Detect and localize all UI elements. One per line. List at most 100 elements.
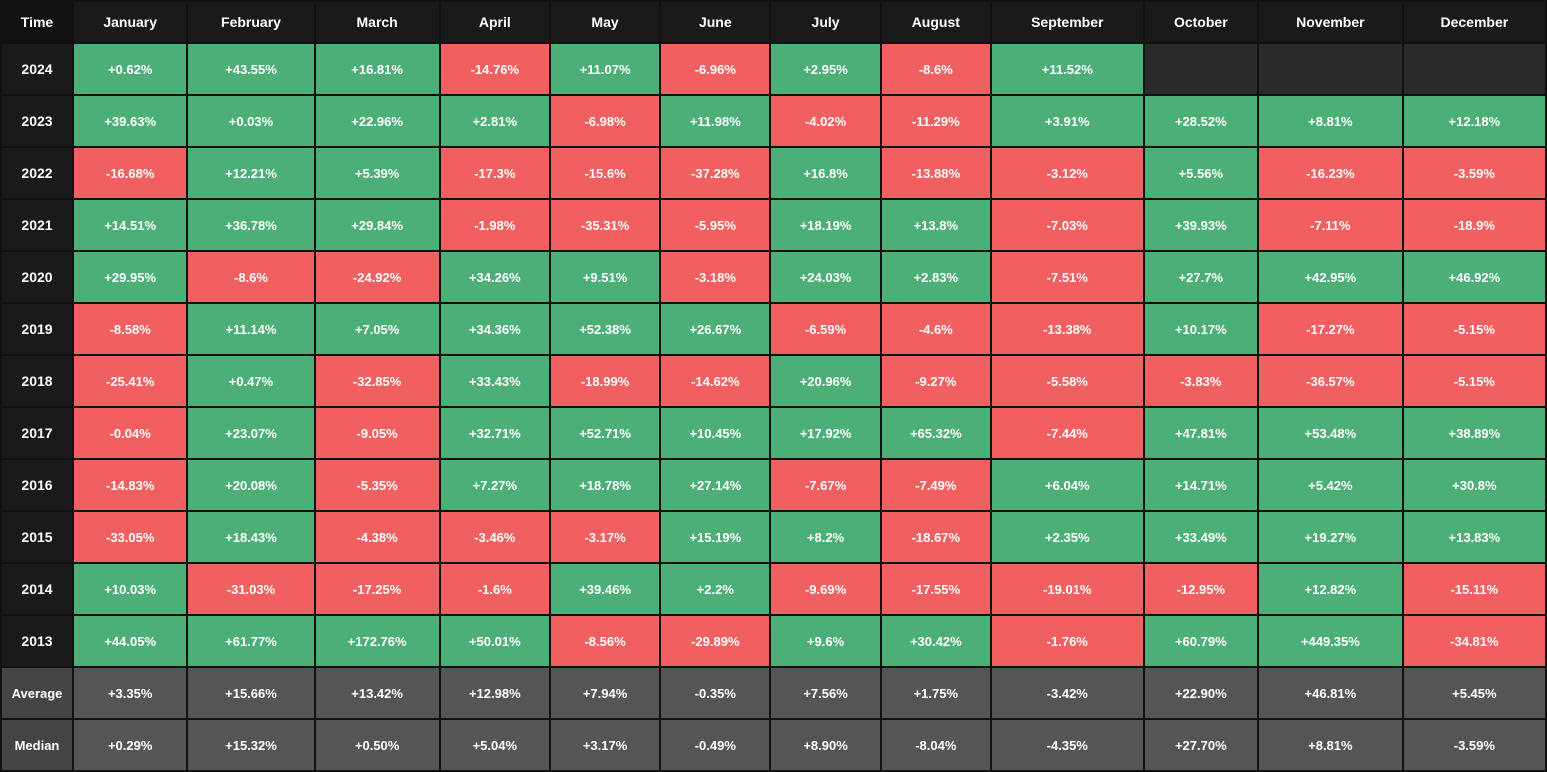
table-row: 2022-16.68%+12.21%+5.39%-17.3%-15.6%-37.… bbox=[1, 147, 1546, 199]
table-row: 2013+44.05%+61.77%+172.76%+50.01%-8.56%-… bbox=[1, 615, 1546, 667]
data-cell: -5.15% bbox=[1403, 355, 1546, 407]
header-november: November bbox=[1258, 1, 1403, 43]
header-october: October bbox=[1144, 1, 1258, 43]
year-cell-2013: 2013 bbox=[1, 615, 73, 667]
data-cell: +22.96% bbox=[315, 95, 440, 147]
year-cell-2018: 2018 bbox=[1, 355, 73, 407]
data-cell: -32.85% bbox=[315, 355, 440, 407]
data-cell: +7.27% bbox=[440, 459, 550, 511]
data-cell: +5.56% bbox=[1144, 147, 1258, 199]
table-row: 2018-25.41%+0.47%-32.85%+33.43%-18.99%-1… bbox=[1, 355, 1546, 407]
average-row: Average+3.35%+15.66%+13.42%+12.98%+7.94%… bbox=[1, 667, 1546, 719]
data-cell: +61.77% bbox=[187, 615, 314, 667]
data-cell: -3.59% bbox=[1403, 147, 1546, 199]
data-cell: +9.6% bbox=[770, 615, 880, 667]
data-cell: +6.04% bbox=[991, 459, 1144, 511]
data-cell: -0.04% bbox=[73, 407, 187, 459]
data-cell: +46.92% bbox=[1403, 251, 1546, 303]
data-cell: +11.07% bbox=[550, 43, 660, 95]
data-cell: -14.76% bbox=[440, 43, 550, 95]
data-cell: +65.32% bbox=[881, 407, 991, 459]
data-cell: -13.38% bbox=[991, 303, 1144, 355]
data-cell: +8.2% bbox=[770, 511, 880, 563]
average-cell: +12.98% bbox=[440, 667, 550, 719]
data-cell: +39.46% bbox=[550, 563, 660, 615]
data-cell: -16.68% bbox=[73, 147, 187, 199]
table-row: 2023+39.63%+0.03%+22.96%+2.81%-6.98%+11.… bbox=[1, 95, 1546, 147]
data-cell: -7.11% bbox=[1258, 199, 1403, 251]
year-cell-2020: 2020 bbox=[1, 251, 73, 303]
header-august: August bbox=[881, 1, 991, 43]
table-row: 2020+29.95%-8.6%-24.92%+34.26%+9.51%-3.1… bbox=[1, 251, 1546, 303]
data-cell bbox=[1403, 43, 1546, 95]
data-cell: +42.95% bbox=[1258, 251, 1403, 303]
data-cell: -8.56% bbox=[550, 615, 660, 667]
table-row: 2017-0.04%+23.07%-9.05%+32.71%+52.71%+10… bbox=[1, 407, 1546, 459]
time-header: Time bbox=[1, 1, 73, 43]
data-cell: -3.18% bbox=[660, 251, 770, 303]
data-cell: +172.76% bbox=[315, 615, 440, 667]
data-cell: +7.05% bbox=[315, 303, 440, 355]
average-cell: +7.56% bbox=[770, 667, 880, 719]
data-cell: -5.58% bbox=[991, 355, 1144, 407]
median-cell: +0.29% bbox=[73, 719, 187, 771]
data-cell: +10.17% bbox=[1144, 303, 1258, 355]
year-cell-2016: 2016 bbox=[1, 459, 73, 511]
data-cell: +12.82% bbox=[1258, 563, 1403, 615]
year-cell-2014: 2014 bbox=[1, 563, 73, 615]
data-cell: -7.67% bbox=[770, 459, 880, 511]
year-cell-2023: 2023 bbox=[1, 95, 73, 147]
data-cell: +20.96% bbox=[770, 355, 880, 407]
data-cell: +2.2% bbox=[660, 563, 770, 615]
data-cell: +34.36% bbox=[440, 303, 550, 355]
data-cell: +3.91% bbox=[991, 95, 1144, 147]
data-cell: +28.52% bbox=[1144, 95, 1258, 147]
data-cell: +16.8% bbox=[770, 147, 880, 199]
median-cell: +8.90% bbox=[770, 719, 880, 771]
data-cell: +36.78% bbox=[187, 199, 314, 251]
data-cell: -5.35% bbox=[315, 459, 440, 511]
data-cell: +60.79% bbox=[1144, 615, 1258, 667]
table-row: 2019-8.58%+11.14%+7.05%+34.36%+52.38%+26… bbox=[1, 303, 1546, 355]
average-cell: -3.42% bbox=[991, 667, 1144, 719]
data-cell: -18.9% bbox=[1403, 199, 1546, 251]
median-cell: -8.04% bbox=[881, 719, 991, 771]
data-cell: -12.95% bbox=[1144, 563, 1258, 615]
data-cell: +16.81% bbox=[315, 43, 440, 95]
data-cell: -13.88% bbox=[881, 147, 991, 199]
data-cell: -14.83% bbox=[73, 459, 187, 511]
average-cell: +7.94% bbox=[550, 667, 660, 719]
data-cell: +39.63% bbox=[73, 95, 187, 147]
median-cell: -4.35% bbox=[991, 719, 1144, 771]
data-cell: +39.93% bbox=[1144, 199, 1258, 251]
data-cell: +2.95% bbox=[770, 43, 880, 95]
data-cell: +15.19% bbox=[660, 511, 770, 563]
data-cell: +24.03% bbox=[770, 251, 880, 303]
data-cell: -35.31% bbox=[550, 199, 660, 251]
year-cell-2019: 2019 bbox=[1, 303, 73, 355]
data-cell: +18.78% bbox=[550, 459, 660, 511]
data-cell: -3.83% bbox=[1144, 355, 1258, 407]
data-cell bbox=[1258, 43, 1403, 95]
data-cell: +13.8% bbox=[881, 199, 991, 251]
data-cell: -19.01% bbox=[991, 563, 1144, 615]
data-cell: -1.6% bbox=[440, 563, 550, 615]
data-cell: -5.15% bbox=[1403, 303, 1546, 355]
data-cell: -4.02% bbox=[770, 95, 880, 147]
data-cell: +47.81% bbox=[1144, 407, 1258, 459]
data-cell: +2.35% bbox=[991, 511, 1144, 563]
median-cell: -3.59% bbox=[1403, 719, 1546, 771]
data-cell: -7.03% bbox=[991, 199, 1144, 251]
average-cell: +46.81% bbox=[1258, 667, 1403, 719]
data-cell: -36.57% bbox=[1258, 355, 1403, 407]
data-cell: -3.46% bbox=[440, 511, 550, 563]
data-cell: +20.08% bbox=[187, 459, 314, 511]
median-cell: +0.50% bbox=[315, 719, 440, 771]
data-cell: -18.67% bbox=[881, 511, 991, 563]
average-cell: +13.42% bbox=[315, 667, 440, 719]
header-may: May bbox=[550, 1, 660, 43]
data-cell: +52.38% bbox=[550, 303, 660, 355]
average-label: Average bbox=[1, 667, 73, 719]
median-row: Median+0.29%+15.32%+0.50%+5.04%+3.17%-0.… bbox=[1, 719, 1546, 771]
data-cell: +18.19% bbox=[770, 199, 880, 251]
